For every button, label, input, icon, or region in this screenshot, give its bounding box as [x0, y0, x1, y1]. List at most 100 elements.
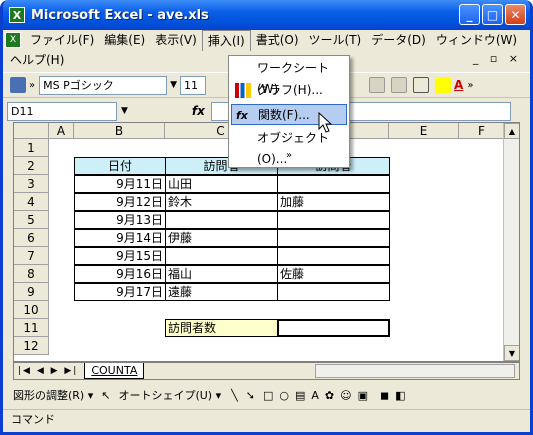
- table-cell-visitor[interactable]: [277, 175, 390, 193]
- wordart-icon[interactable]: A: [311, 389, 319, 402]
- table-cell-visitor[interactable]: [277, 229, 390, 247]
- table-cell-date[interactable]: 9月16日: [74, 265, 166, 283]
- picture-icon[interactable]: ▣: [358, 389, 368, 402]
- table-cell-visitor[interactable]: 加藤: [277, 193, 390, 211]
- menu-help[interactable]: ヘルプ(H): [5, 50, 69, 70]
- rectangle-icon[interactable]: □: [263, 389, 273, 402]
- table-cell-visitor[interactable]: [165, 211, 278, 229]
- select-objects-icon[interactable]: ↖: [101, 389, 110, 402]
- title-bar[interactable]: X Microsoft Excel - ave.xls _ □ ✕: [3, 0, 530, 30]
- table-cell-visitor[interactable]: 福山: [165, 265, 278, 283]
- name-box-dropdown-icon[interactable]: ▼: [121, 106, 128, 116]
- arrow-icon[interactable]: ➘: [246, 389, 255, 402]
- font-dropdown-arrow-icon[interactable]: ▼: [170, 80, 177, 90]
- row-header[interactable]: 9: [14, 283, 49, 301]
- table-cell-date[interactable]: 9月12日: [74, 193, 166, 211]
- table-cell-visitor[interactable]: 鈴木: [165, 193, 278, 211]
- menu-tools[interactable]: ツール(T): [304, 30, 367, 50]
- vertical-scrollbar[interactable]: ▲ ▼: [503, 123, 519, 361]
- sheet-tab-bar: |◀ ◀ ▶ ▶| COUNTA: [13, 362, 520, 380]
- count-label-cell[interactable]: 訪問者数: [165, 319, 278, 337]
- table-cell-visitor[interactable]: 遠藤: [165, 283, 278, 301]
- excel-app-icon[interactable]: X: [9, 7, 25, 23]
- table-cell-date[interactable]: 9月14日: [74, 229, 166, 247]
- menu-file[interactable]: ファイル(F): [25, 30, 99, 50]
- save-icon[interactable]: [10, 77, 26, 93]
- toolbar-chevron-icon[interactable]: »: [29, 80, 35, 91]
- font-size-combo[interactable]: 11: [180, 75, 207, 95]
- row-header[interactable]: 5: [14, 211, 49, 229]
- row-header[interactable]: 8: [14, 265, 49, 283]
- menu-insert[interactable]: 挿入(I): [201, 29, 251, 51]
- row-header[interactable]: 10: [14, 301, 49, 319]
- row-header[interactable]: 3: [14, 175, 49, 193]
- table-cell-date[interactable]: 9月17日: [74, 283, 166, 301]
- table-cell-visitor[interactable]: [277, 283, 390, 301]
- shadow-icon[interactable]: ◼: [380, 389, 389, 402]
- drawing-toolbar: 図形の調整(R) ▾ ↖ オートシェイプ(U) ▾ ╲ ➘ □ ○ ▤ A ✿ …: [3, 384, 530, 406]
- row-header[interactable]: 11: [14, 319, 49, 337]
- close-button[interactable]: ✕: [505, 4, 526, 25]
- fill-color-icon[interactable]: [435, 77, 452, 93]
- table-cell-visitor[interactable]: 山田: [165, 175, 278, 193]
- menu-expand-chevron-icon[interactable]: »: [229, 150, 349, 161]
- name-box[interactable]: D11: [7, 101, 117, 121]
- insert-menu-chart[interactable]: グラフ(H)...: [231, 80, 347, 101]
- font-color-icon[interactable]: A: [454, 78, 463, 92]
- select-all-corner[interactable]: [14, 123, 49, 139]
- row-header[interactable]: 12: [14, 337, 49, 355]
- row-header[interactable]: 2: [14, 157, 49, 175]
- maximize-button[interactable]: □: [482, 4, 503, 25]
- insert-function-icon[interactable]: fx: [192, 104, 205, 118]
- row-header[interactable]: 7: [14, 247, 49, 265]
- menu-view[interactable]: 表示(V): [150, 30, 202, 50]
- selected-cell-d11[interactable]: [277, 319, 390, 337]
- column-header-e[interactable]: E: [389, 123, 459, 139]
- document-icon[interactable]: X: [5, 32, 21, 48]
- autoshape-menu[interactable]: オートシェイプ(U) ▾: [118, 387, 221, 403]
- line-icon[interactable]: ╲: [231, 389, 238, 402]
- diagram-icon[interactable]: ✿: [325, 389, 334, 402]
- borders-icon[interactable]: [413, 77, 430, 93]
- chart-icon: [235, 83, 251, 98]
- sheet-tab-counta[interactable]: COUNTA: [84, 363, 145, 379]
- minimize-button[interactable]: _: [459, 4, 480, 25]
- table-cell-date[interactable]: 9月15日: [74, 247, 166, 265]
- menu-format[interactable]: 書式(O): [251, 30, 304, 50]
- draw-adjust-menu[interactable]: 図形の調整(R) ▾: [13, 387, 93, 403]
- table-cell-visitor[interactable]: [277, 211, 390, 229]
- table-header-date[interactable]: 日付: [74, 157, 166, 175]
- insert-menu-worksheet[interactable]: ワークシート(W): [231, 58, 347, 96]
- row-header[interactable]: 1: [14, 139, 49, 157]
- table-cell-visitor[interactable]: 伊藤: [165, 229, 278, 247]
- clipart-icon[interactable]: ☺: [340, 389, 351, 402]
- window-title: Microsoft Excel - ave.xls: [31, 7, 209, 23]
- horizontal-scrollbar[interactable]: [315, 364, 515, 378]
- table-cell-date[interactable]: 9月13日: [74, 211, 166, 229]
- scroll-up-icon[interactable]: ▲: [504, 123, 519, 139]
- table-cell-visitor[interactable]: [277, 247, 390, 265]
- insert-menu-label: グラフ(H)...: [257, 83, 323, 97]
- table-cell-date[interactable]: 9月11日: [74, 175, 166, 193]
- 3d-icon[interactable]: ◧: [395, 389, 405, 402]
- column-header-a[interactable]: A: [49, 123, 74, 139]
- column-header-b[interactable]: B: [74, 123, 165, 139]
- row-header[interactable]: 4: [14, 193, 49, 211]
- tab-navigation-icons[interactable]: |◀ ◀ ▶ ▶|: [18, 366, 78, 376]
- textbox-icon[interactable]: ▤: [295, 389, 305, 402]
- currency-icon[interactable]: [391, 77, 408, 93]
- document-window-controls[interactable]: _ ▫ ×: [473, 52, 522, 65]
- menu-window[interactable]: ウィンドウ(W): [431, 30, 522, 50]
- menu-data[interactable]: データ(D): [366, 30, 431, 50]
- column-header-f[interactable]: F: [459, 123, 505, 139]
- merge-center-icon[interactable]: [369, 77, 386, 93]
- toolbar-end-chevron-icon[interactable]: »: [467, 80, 473, 91]
- row-header[interactable]: 6: [14, 229, 49, 247]
- scroll-down-icon[interactable]: ▼: [504, 345, 519, 361]
- oval-icon[interactable]: ○: [279, 389, 289, 402]
- function-fx-icon: fx: [236, 109, 248, 122]
- menu-edit[interactable]: 編集(E): [99, 30, 150, 50]
- table-cell-visitor[interactable]: 佐藤: [277, 265, 390, 283]
- table-cell-visitor[interactable]: [165, 247, 278, 265]
- font-name-combo[interactable]: MS Pゴシック: [39, 75, 168, 95]
